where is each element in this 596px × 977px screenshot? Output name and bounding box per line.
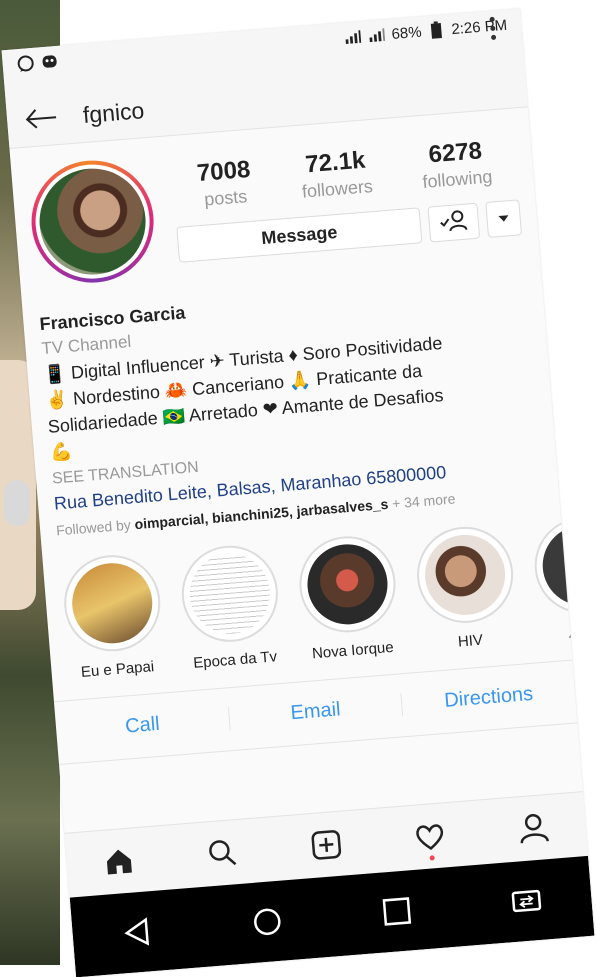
phone-screen: 68% 2:26 PM fgnico 7008 posts 72.1k foll… [1,8,595,977]
back-arrow-icon[interactable] [22,99,61,138]
nav-back-icon[interactable] [116,911,159,954]
notification-icon [40,52,59,71]
nav-home-icon[interactable] [246,900,289,943]
highlight-thumbnail [421,531,509,618]
battery-icon [427,21,446,40]
stat-following[interactable]: 6278 following [419,137,493,193]
following-button[interactable] [427,202,481,243]
avatar [35,164,150,279]
highlight-item[interactable]: Eu e Papai [59,551,169,682]
highlight-thumbnail [186,550,273,637]
highlight-label: HIV [457,631,484,651]
highlight-item[interactable]: Nova Iorque [294,532,404,663]
stat-followers[interactable]: 72.1k followers [299,146,374,203]
followed-by-prefix: Followed by [55,516,132,539]
message-button[interactable]: Message [176,207,423,263]
stat-value: 6278 [427,137,483,169]
overflow-menu-icon[interactable] [483,12,503,55]
battery-percent: 68% [390,23,423,43]
followed-by-more: + 34 more [391,490,457,512]
stat-posts[interactable]: 7008 posts [196,156,253,211]
user-check-icon [438,208,470,237]
stat-value: 7008 [195,155,252,188]
highlight-item[interactable]: HIV [411,522,521,654]
directions-button[interactable]: Directions [402,680,576,717]
suggestions-button[interactable] [485,199,523,238]
background-object [4,480,30,526]
search-icon[interactable] [201,832,244,875]
caret-down-icon [497,211,510,226]
stat-label: followers [301,176,374,202]
highlight-label: Eu e Papai [80,657,155,681]
stat-label: following [421,166,494,192]
nav-switch-apps-icon[interactable] [505,879,548,922]
status-left [16,52,59,73]
stats-row: 7008 posts 72.1k followers 6278 followin… [171,135,518,213]
highlight-thumbnail [539,522,595,609]
profile-bio: Francisco Garcia TV Channel 📱 Digital In… [22,257,560,543]
email-button[interactable]: Email [228,693,404,731]
new-post-icon[interactable] [305,823,348,866]
highlight-label: Epoca da Tv [192,647,278,672]
signal-icon-2 [367,26,386,45]
highlight-item[interactable]: Aldair [529,513,595,644]
profile-username: fgnico [81,96,146,128]
nav-recents-icon[interactable] [375,890,418,933]
home-icon[interactable] [97,840,140,883]
notification-dot [429,855,435,861]
whatsapp-icon [16,54,35,73]
stat-label: posts [203,186,248,210]
profile-actions: Message [176,199,523,263]
avatar-story-ring[interactable] [26,155,159,288]
highlight-item[interactable]: Epoca da Tv [176,541,286,673]
stats-column: 7008 posts 72.1k followers 6278 followin… [148,127,523,278]
highlight-thumbnail [69,559,156,647]
stat-value: 72.1k [304,146,367,179]
call-button[interactable]: Call [55,707,231,745]
highlight-label: Nova Iorque [311,638,395,663]
signal-icon [343,27,362,46]
highlight-thumbnail [304,540,391,628]
activity-heart-icon[interactable] [408,815,451,861]
profile-icon[interactable] [512,807,555,850]
highlight-label: Aldair [568,621,595,642]
